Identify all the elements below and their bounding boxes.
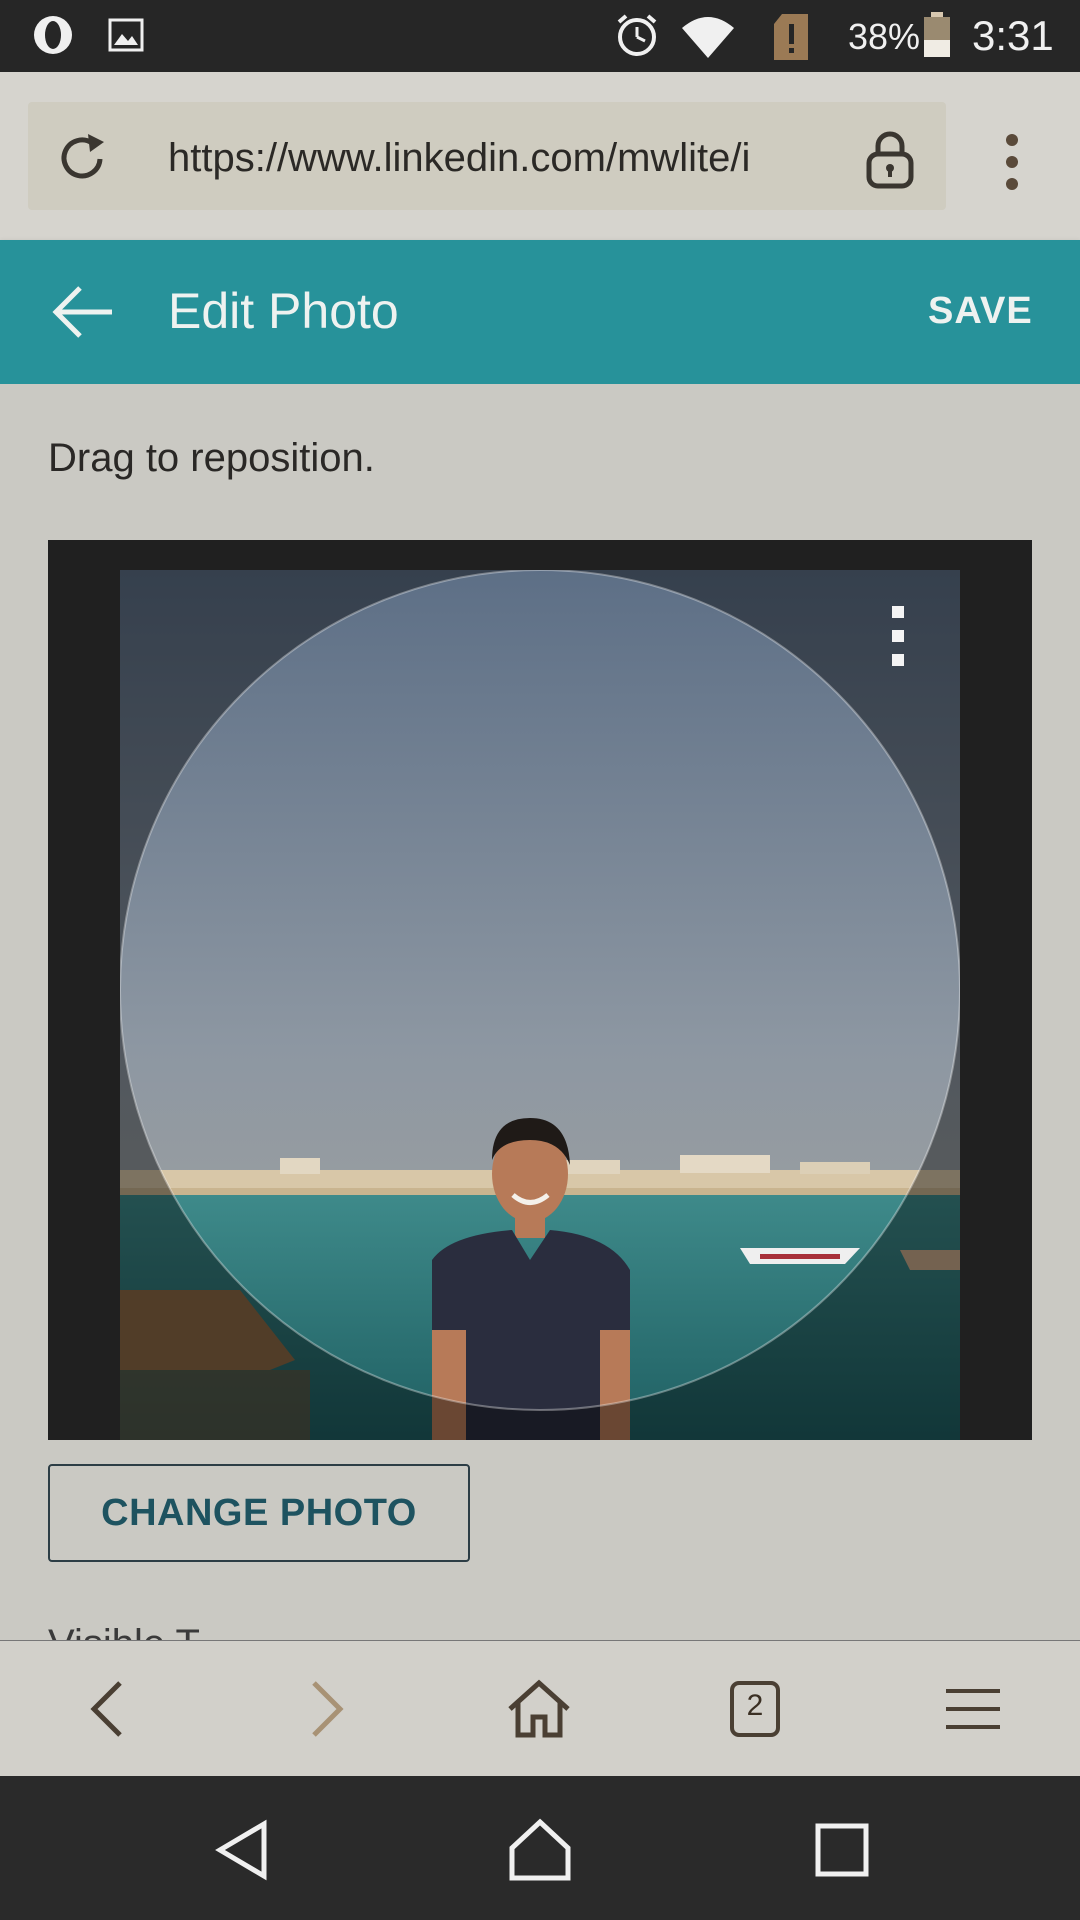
edit-photo-content: Drag to reposition. CHANGE PHOTO	[0, 384, 1080, 1640]
system-recents-icon[interactable]	[810, 1818, 874, 1882]
photo-options-icon[interactable]	[890, 604, 906, 668]
browser-bottom-nav: 2	[0, 1640, 1080, 1777]
lock-icon[interactable]	[864, 130, 916, 190]
change-photo-button[interactable]: CHANGE PHOTO	[48, 1464, 470, 1562]
photo-crop-area[interactable]	[48, 540, 1032, 1440]
system-back-icon[interactable]	[210, 1818, 274, 1882]
reload-icon[interactable]	[52, 128, 114, 190]
home-icon[interactable]	[506, 1679, 572, 1739]
alarm-icon	[617, 14, 657, 56]
nav-back-icon[interactable]	[76, 1679, 142, 1739]
visible-to-label: Visible T	[48, 1622, 200, 1640]
more-vert-icon[interactable]	[1000, 130, 1024, 194]
system-home-icon[interactable]	[508, 1818, 572, 1882]
profile-photo[interactable]	[120, 570, 960, 1440]
tabs-button[interactable]: 2	[722, 1679, 788, 1739]
save-button[interactable]: SAVE	[928, 290, 1033, 333]
url-text[interactable]: https://www.linkedin.com/mwlite/i	[168, 136, 810, 181]
tab-count: 2	[746, 1689, 764, 1722]
clock: 3:31	[972, 12, 1054, 59]
page-title: Edit Photo	[168, 283, 399, 339]
browser-address-bar: https://www.linkedin.com/mwlite/i	[0, 72, 1080, 240]
sim-alert-icon	[774, 14, 808, 60]
battery-percent: 38%	[848, 16, 921, 57]
opera-icon	[34, 16, 72, 54]
reposition-hint: Drag to reposition.	[48, 436, 375, 480]
back-arrow-icon[interactable]	[50, 284, 116, 340]
nav-forward-icon[interactable]	[292, 1679, 358, 1739]
menu-icon[interactable]	[940, 1679, 1006, 1739]
wifi-icon	[682, 17, 734, 58]
status-bar: 38% 3:31	[0, 0, 1080, 72]
gallery-icon	[108, 18, 144, 52]
app-header: Edit Photo SAVE	[0, 240, 1080, 384]
system-nav-bar	[0, 1776, 1080, 1920]
battery-icon	[924, 12, 950, 57]
